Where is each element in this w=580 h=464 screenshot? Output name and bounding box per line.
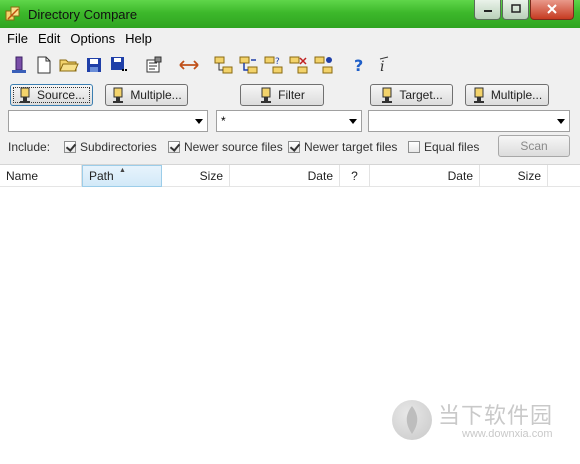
multiple-target-icon [472, 87, 486, 103]
close-icon [547, 2, 557, 17]
tree-compare-2-icon[interactable] [238, 54, 260, 76]
scan-button[interactable]: Scan [498, 135, 570, 157]
equal-files-checkbox[interactable]: Equal files [408, 140, 479, 154]
column-header-target-date[interactable]: Date [370, 165, 480, 187]
menu-file[interactable]: File [2, 31, 33, 46]
toolbar: ? ? i [0, 50, 580, 80]
svg-text:?: ? [275, 57, 280, 67]
column-header-size[interactable]: Size [162, 165, 230, 187]
help-icon[interactable]: ? [348, 54, 370, 76]
source-icon [18, 87, 32, 103]
list-header: Name ▲ Path Size Date ? Date Size [0, 165, 580, 187]
column-header-status[interactable]: ? [340, 165, 370, 187]
source-multiple-button[interactable]: Multiple... [105, 84, 188, 106]
save-icon[interactable] [83, 54, 105, 76]
checkbox-box[interactable] [168, 141, 180, 153]
tree-compare-3-icon[interactable]: ? [263, 54, 285, 76]
filter-combo[interactable]: * [216, 110, 362, 132]
window-controls [473, 0, 574, 20]
include-label: Include: [8, 140, 51, 154]
filter-icon [259, 87, 273, 103]
tree-compare-1-icon[interactable] [213, 54, 235, 76]
title-bar[interactable]: Directory Compare [0, 0, 580, 28]
chevron-down-icon[interactable] [195, 119, 203, 124]
column-header-target-size[interactable]: Size [480, 165, 548, 187]
checkbox-box[interactable] [408, 141, 420, 153]
app-icon [4, 5, 22, 23]
checkbox-label: Newer source files [184, 140, 283, 154]
close-button[interactable] [530, 0, 574, 20]
checkbox-box[interactable] [64, 141, 76, 153]
minimize-icon [483, 4, 493, 16]
menu-options[interactable]: Options [65, 31, 120, 46]
properties-icon[interactable] [143, 54, 165, 76]
filter-combo-value: * [221, 114, 226, 128]
sort-ascending-icon: ▲ [119, 167, 126, 174]
source-combo[interactable] [8, 110, 208, 132]
multiple-source-icon [111, 87, 125, 103]
watermark-url: www.downxia.com [462, 428, 553, 440]
watermark-text: 当下软件园 [438, 404, 554, 429]
tree-compare-5-icon[interactable] [313, 54, 335, 76]
maximize-button[interactable] [502, 0, 529, 20]
filter-button-label: Filter [278, 88, 305, 102]
checkbox-label: Equal files [424, 140, 480, 154]
minimize-button[interactable] [474, 0, 501, 20]
checkbox-box[interactable] [288, 141, 300, 153]
target-combo[interactable] [368, 110, 570, 132]
app-window: Directory Compare File Edit Options Help… [0, 0, 580, 464]
checkbox-label: Newer target files [304, 140, 398, 154]
chevron-down-icon[interactable] [349, 119, 357, 124]
newer-target-files-checkbox[interactable]: Newer target files [288, 140, 397, 154]
maximize-icon [510, 3, 521, 16]
source-button-label: Source... [36, 88, 86, 102]
watermark-logo-icon [392, 400, 432, 440]
context-help-icon[interactable]: i [373, 54, 395, 76]
target-button[interactable]: Target... [370, 84, 453, 106]
source-target-icon[interactable] [8, 54, 30, 76]
save-all-icon[interactable] [108, 54, 130, 76]
svg-text:i: i [380, 59, 384, 74]
svg-text:?: ? [354, 56, 363, 74]
source-multiple-label: Multiple... [130, 88, 182, 102]
watermark: 当下软件园 www.downxia.com [392, 398, 572, 446]
filter-button[interactable]: Filter [240, 84, 324, 106]
target-multiple-button[interactable]: Multiple... [465, 84, 549, 106]
column-header-date[interactable]: Date [230, 165, 340, 187]
checkbox-label: Subdirectories [80, 140, 157, 154]
menu-bar: File Edit Options Help [0, 28, 580, 48]
open-icon[interactable] [58, 54, 80, 76]
source-button[interactable]: Source... [10, 84, 93, 106]
column-header-name[interactable]: Name [0, 165, 82, 187]
column-header-path[interactable]: ▲ Path [82, 165, 162, 187]
window-title: Directory Compare [28, 6, 138, 22]
chevron-down-icon[interactable] [557, 119, 565, 124]
target-multiple-label: Multiple... [490, 88, 543, 102]
subdirectories-checkbox[interactable]: Subdirectories [64, 140, 157, 154]
swap-icon[interactable] [178, 54, 200, 76]
new-icon[interactable] [33, 54, 55, 76]
target-button-label: Target... [399, 88, 443, 102]
target-icon [380, 87, 394, 103]
tree-compare-4-icon[interactable] [288, 54, 310, 76]
scan-button-label: Scan [520, 139, 548, 153]
menu-help[interactable]: Help [120, 31, 157, 46]
newer-source-files-checkbox[interactable]: Newer source files [168, 140, 283, 154]
menu-edit[interactable]: Edit [33, 31, 65, 46]
